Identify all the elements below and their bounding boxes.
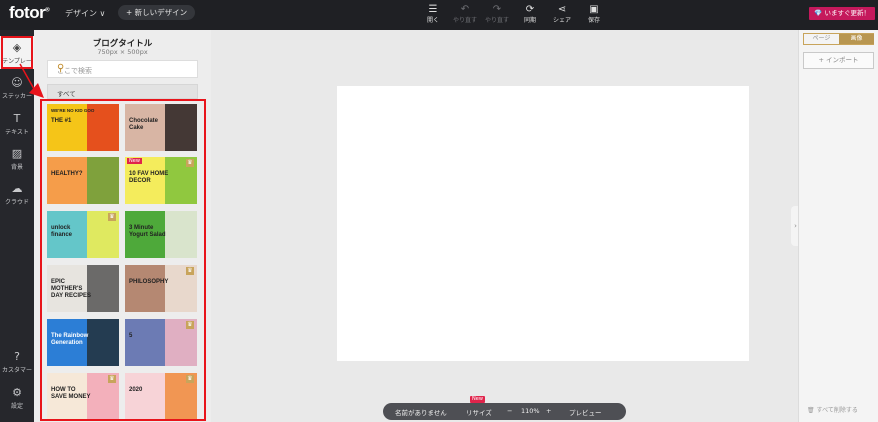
sync-button[interactable]: ⟳ 同期 <box>513 4 547 24</box>
top-bar: fotor® デザイン ∨ + 新しいデザイン ☰ 開く ↶ やり直す ↷ やり直す … <box>0 0 878 30</box>
trash-icon: 🗑 <box>807 407 817 414</box>
rail-cloud[interactable]: ☁ クラウド <box>0 182 34 206</box>
redo-icon: ↷ <box>492 4 502 15</box>
open-button[interactable]: ☰ 開く <box>416 4 450 24</box>
zoom-level: 110% <box>521 407 540 415</box>
settings-icon: ⚙ <box>12 386 22 399</box>
undo-button[interactable]: ↶ やり直す <box>448 4 482 24</box>
preview-button[interactable]: プレビュー <box>569 407 602 417</box>
help-icon: ? <box>14 350 20 363</box>
rail-customer-support[interactable]: ? カスタマー <box>0 350 34 374</box>
red-arrow <box>19 63 44 98</box>
import-button[interactable]: + インポート <box>803 52 874 69</box>
resize-button[interactable]: リサイズ <box>466 407 492 417</box>
design-canvas[interactable] <box>337 86 749 361</box>
highlight-box-templates <box>40 99 206 421</box>
new-badge: New <box>470 396 485 403</box>
rail-text[interactable]: T テキスト <box>0 112 34 136</box>
share-icon: ⋖ <box>557 4 567 15</box>
share-button[interactable]: ⋖ シェア <box>545 4 579 24</box>
rail-background[interactable]: ▨ 背景 <box>0 147 34 171</box>
file-name[interactable]: 名前がありません <box>395 407 447 417</box>
upgrade-button[interactable]: 💎 いますぐ更新！ <box>809 7 875 20</box>
sync-icon: ⟳ <box>525 4 535 15</box>
right-panel: ページ 画像 + インポート 🗑 すべて削除する <box>798 30 878 422</box>
right-tabs: ページ 画像 <box>803 33 874 45</box>
tab-page[interactable]: ページ <box>804 34 839 44</box>
save-icon: ▣ <box>589 4 599 15</box>
redo-button[interactable]: ↷ やり直す <box>480 4 514 24</box>
rail-settings[interactable]: ⚙ 設定 <box>0 386 34 410</box>
background-icon: ▨ <box>11 147 23 160</box>
zoom-in-button[interactable]: + <box>546 407 551 415</box>
menu-icon: ☰ <box>428 4 438 15</box>
tab-image[interactable]: 画像 <box>839 34 874 44</box>
text-icon: T <box>13 112 21 125</box>
delete-all-button[interactable]: 🗑 すべて削除する <box>807 405 858 414</box>
undo-icon: ↶ <box>460 4 470 15</box>
new-design-button[interactable]: + 新しいデザイン <box>118 5 196 20</box>
zoom-out-button[interactable]: − <box>507 407 512 415</box>
bottom-bar: 名前がありません リサイズ − 110% + プレビュー <box>383 403 626 420</box>
save-button[interactable]: ▣ 保存 <box>577 4 611 24</box>
cloud-icon: ☁ <box>11 182 23 195</box>
